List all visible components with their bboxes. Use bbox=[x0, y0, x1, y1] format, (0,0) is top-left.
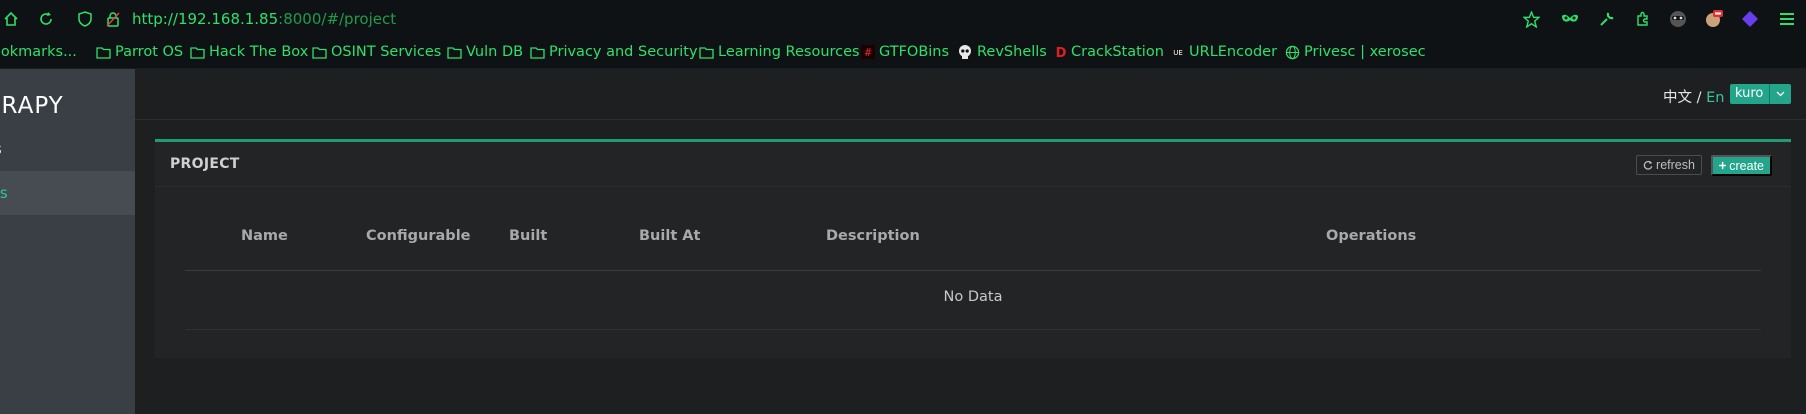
bookmark-vuln-db[interactable]: Vuln DB bbox=[447, 44, 523, 60]
globe-icon bbox=[1285, 45, 1300, 59]
column-header-built[interactable]: Built bbox=[509, 228, 547, 244]
refresh-button[interactable]: refresh bbox=[1636, 155, 1702, 175]
bookmark-label: RevShells bbox=[977, 44, 1047, 60]
shield-icon[interactable] bbox=[75, 9, 95, 29]
bookmark-revshells[interactable]: RevShells bbox=[957, 44, 1047, 60]
bookmarks-bar: ookmarks... Parrot OS Hack The Box OSINT… bbox=[0, 38, 1806, 69]
notification-extension-icon[interactable] bbox=[1704, 9, 1724, 29]
bookmark-label: CrackStation bbox=[1071, 44, 1164, 60]
folder-icon bbox=[447, 46, 462, 59]
bookmark-other[interactable]: ookmarks... bbox=[0, 44, 77, 60]
proton-vpn-icon[interactable] bbox=[1740, 9, 1760, 29]
bookmark-label: ookmarks... bbox=[0, 44, 77, 60]
main-content: 中文 / En kuro PROJECT refresh create Name… bbox=[135, 69, 1806, 414]
hacker-avatar-icon[interactable] bbox=[1668, 9, 1688, 29]
table-empty-text: No Data bbox=[943, 289, 1003, 305]
sidebar: ERAPY s ts bbox=[0, 69, 135, 414]
browser-toolbar: http://192.168.1.85:8000/#/project bbox=[0, 0, 1806, 38]
refresh-icon bbox=[1643, 160, 1653, 170]
extensions-icon[interactable] bbox=[1633, 9, 1653, 29]
url-path: :8000/#/project bbox=[278, 10, 397, 28]
panel-header: PROJECT refresh create bbox=[155, 142, 1791, 187]
project-panel: PROJECT refresh create Name Configurable… bbox=[155, 139, 1791, 358]
lock-insecure-icon[interactable] bbox=[103, 9, 123, 29]
bookmark-label: Privacy and Security bbox=[549, 44, 698, 60]
language-switcher: 中文 / En bbox=[1663, 86, 1724, 107]
bookmark-label: Vuln DB bbox=[466, 44, 524, 60]
bookmark-urlencoder[interactable]: UE URLEncoder bbox=[1171, 44, 1277, 60]
bookmark-label: URLEncoder bbox=[1189, 44, 1278, 60]
column-header-name[interactable]: Name bbox=[241, 228, 288, 244]
folder-icon bbox=[96, 46, 111, 59]
wrench-icon[interactable] bbox=[1597, 9, 1617, 29]
user-dropdown[interactable]: kuro bbox=[1730, 84, 1791, 104]
skull-icon bbox=[959, 45, 971, 59]
column-header-configurable[interactable]: Configurable bbox=[366, 228, 471, 244]
bookmark-osint-services[interactable]: OSINT Services bbox=[312, 44, 441, 60]
bookmark-learning-resources[interactable]: Learning Resources bbox=[699, 44, 860, 60]
star-icon[interactable] bbox=[1521, 9, 1541, 29]
bookmark-crackstation[interactable]: D CrackStation bbox=[1055, 44, 1164, 60]
bookmark-label: OSINT Services bbox=[331, 44, 442, 60]
mask-extension-icon[interactable] bbox=[1560, 9, 1580, 29]
column-header-built-at[interactable]: Built At bbox=[639, 228, 700, 244]
lang-zh-link[interactable]: 中文 bbox=[1663, 90, 1692, 106]
sidebar-item-label: ts bbox=[0, 184, 8, 202]
menu-icon[interactable] bbox=[1777, 9, 1797, 29]
table-row-divider bbox=[185, 329, 1761, 330]
column-header-description[interactable]: Description bbox=[826, 228, 920, 244]
page-title: PROJECT bbox=[170, 156, 240, 172]
refresh-label: refresh bbox=[1656, 158, 1695, 172]
app-brand: ERAPY bbox=[0, 93, 64, 119]
crackstation-icon: D bbox=[1056, 46, 1067, 59]
sidebar-item-label: s bbox=[0, 140, 2, 158]
bookmark-label: Parrot OS bbox=[115, 44, 184, 60]
sidebar-item-spiders[interactable]: s bbox=[0, 127, 135, 171]
bookmark-label: Hack The Box bbox=[209, 44, 309, 60]
bookmark-label: Privesc | xerosec bbox=[1304, 44, 1426, 60]
bookmark-privacy-security[interactable]: Privacy and Security bbox=[530, 44, 698, 60]
urlencoder-icon: UE bbox=[1171, 45, 1185, 59]
create-label: create bbox=[1729, 158, 1764, 173]
reload-icon[interactable] bbox=[36, 9, 56, 29]
bookmark-label: Learning Resources bbox=[718, 44, 860, 60]
home-icon[interactable] bbox=[1, 9, 21, 29]
svg-text:UE: UE bbox=[1173, 49, 1183, 57]
header-bar: 中文 / En kuro bbox=[135, 69, 1806, 120]
gtfobins-icon: # bbox=[861, 45, 875, 59]
user-name: kuro bbox=[1730, 84, 1770, 104]
sidebar-item-projects[interactable]: ts bbox=[0, 171, 135, 215]
bookmark-label: GTFOBins bbox=[879, 44, 950, 60]
bookmark-privesc-xerosec[interactable]: Privesc | xerosec bbox=[1285, 44, 1426, 60]
svg-text:D: D bbox=[1056, 46, 1067, 59]
lang-en-link[interactable]: En bbox=[1706, 90, 1724, 106]
bookmark-parrot-os[interactable]: Parrot OS bbox=[96, 44, 183, 60]
folder-icon bbox=[699, 46, 714, 59]
url-host: http://192.168.1.85 bbox=[132, 10, 279, 28]
folder-icon bbox=[190, 46, 205, 59]
folder-icon bbox=[312, 46, 327, 59]
svg-text:#: # bbox=[865, 46, 872, 59]
bookmark-gtfobins[interactable]: # GTFOBins bbox=[861, 44, 949, 60]
column-header-operations[interactable]: Operations bbox=[1326, 228, 1416, 244]
folder-icon bbox=[530, 46, 545, 59]
bookmark-hack-the-box[interactable]: Hack The Box bbox=[190, 44, 308, 60]
url-field[interactable]: http://192.168.1.85:8000/#/project bbox=[132, 10, 396, 28]
lang-separator: / bbox=[1692, 90, 1707, 106]
plus-icon bbox=[1719, 161, 1727, 170]
chevron-down-icon bbox=[1770, 91, 1791, 97]
table-header-divider bbox=[185, 270, 1761, 271]
create-button[interactable]: create bbox=[1711, 155, 1772, 176]
